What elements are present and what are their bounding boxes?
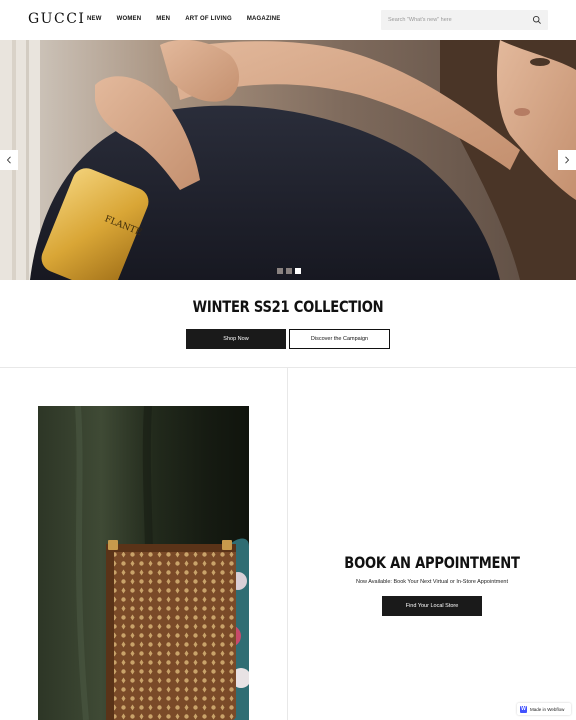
section-divider: [0, 367, 576, 368]
search-input[interactable]: [388, 17, 528, 23]
nav-item-women[interactable]: WOMEN: [117, 16, 142, 22]
carousel-dot-3[interactable]: [295, 268, 301, 274]
badge-label: Made in Webflow: [530, 706, 565, 712]
search-icon[interactable]: [532, 15, 542, 25]
carousel-next-button[interactable]: [558, 150, 576, 170]
webflow-icon: W: [520, 705, 527, 713]
appointment-subtitle: Now Available: Book Your Next Virtual or…: [355, 579, 509, 585]
carousel-prev-button[interactable]: [0, 150, 18, 170]
carousel-indicators: [277, 268, 301, 274]
search-bar: [381, 10, 548, 30]
column-divider: [287, 368, 288, 720]
trunk-image: [38, 406, 249, 720]
hero-carousel: FLANTE: [0, 40, 576, 280]
nav-item-magazine[interactable]: MAGAZINE: [247, 16, 281, 22]
site-header: GUCCI NEW WOMEN MEN ART OF LIVING MAGAZI…: [0, 0, 576, 40]
product-image: [38, 406, 249, 720]
carousel-dot-2[interactable]: [286, 268, 292, 274]
nav-item-men[interactable]: MEN: [156, 16, 170, 22]
brand-logo[interactable]: GUCCI: [28, 11, 85, 27]
chevron-left-icon: [6, 156, 11, 164]
nav-item-new[interactable]: NEW: [87, 16, 102, 22]
discover-campaign-button[interactable]: Discover the Campaign: [289, 329, 390, 349]
chevron-right-icon: [565, 156, 570, 164]
nav-item-art-of-living[interactable]: ART OF LIVING: [185, 16, 232, 22]
shop-now-button[interactable]: Shop Now: [186, 329, 286, 349]
carousel-dot-1[interactable]: [277, 268, 283, 274]
appointment-title: BOOK AN APPOINTMENT: [344, 553, 520, 572]
main-nav: NEW WOMEN MEN ART OF LIVING MAGAZINE: [87, 16, 295, 22]
find-local-store-button[interactable]: Find Your Local Store: [382, 596, 482, 616]
collection-title: WINTER SS21 COLLECTION: [192, 297, 384, 316]
made-in-webflow-badge[interactable]: W Made in Webflow: [517, 703, 571, 715]
hero-image: FLANTE: [0, 40, 576, 280]
